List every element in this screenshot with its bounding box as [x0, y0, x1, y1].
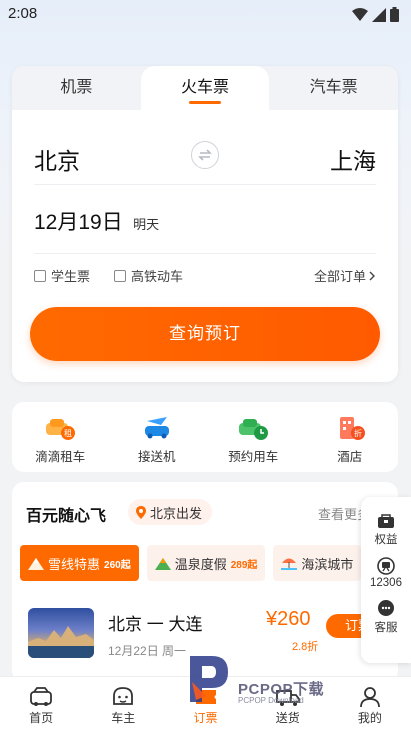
side-panel: 权益 12306 客服: [361, 497, 411, 663]
chip-hot-spring[interactable]: 温泉度假 289起: [146, 545, 266, 581]
promo-chips: 雪线特惠 260起 温泉度假 289起 海滨城市: [20, 545, 362, 581]
options-row: 学生票 高铁动车 全部订单: [34, 266, 376, 286]
date-sub: 明天: [133, 217, 160, 232]
service-airport-transfer[interactable]: 接送机: [109, 402, 206, 472]
swap-button[interactable]: [191, 141, 219, 169]
location-pin-icon: [136, 505, 146, 519]
nav-me[interactable]: 我的: [329, 677, 411, 730]
car-rental-icon: 租: [44, 414, 76, 442]
profile-icon: [357, 685, 383, 709]
bottom-nav: 首页 车主 订票 送货 我的: [0, 676, 411, 730]
service-car-rental[interactable]: 租 滴滴租车: [12, 402, 109, 472]
driver-icon: [110, 685, 136, 709]
nav-label: 订票: [193, 711, 218, 725]
airport-transfer-icon: [141, 414, 173, 442]
nav-delivery[interactable]: 送货: [247, 677, 329, 730]
trip-date: 12月22日 周一: [108, 644, 187, 658]
promo-title: 百元随心飞: [26, 508, 107, 525]
query-button[interactable]: 查询预订: [30, 307, 380, 361]
svg-text:租: 租: [64, 429, 72, 438]
trip-price: ¥260: [266, 608, 311, 630]
nav-driver[interactable]: 车主: [82, 677, 164, 730]
side-label: 权益: [374, 534, 398, 546]
service-label: 滴滴租车: [35, 450, 86, 464]
status-bar: 2:08: [0, 0, 411, 30]
chip-seaside[interactable]: 海滨城市: [273, 545, 362, 581]
trip-thumbnail: [28, 608, 94, 658]
to-city[interactable]: 上海: [330, 142, 376, 176]
trip-route: 北京 一 大连: [108, 615, 203, 634]
highspeed-checkbox[interactable]: 高铁动车: [114, 266, 183, 285]
divider: [34, 184, 376, 185]
promo-card: 百元随心飞 北京出发 查看更多 雪线特惠 260起 温泉度假 289起 海滨城市…: [12, 482, 398, 682]
mountain-icon: [28, 558, 44, 570]
status-time: 2:08: [8, 5, 38, 22]
tab-flight[interactable]: 机票: [12, 66, 141, 110]
service-label: 预约用车: [228, 450, 279, 464]
hotel-icon: 折: [334, 414, 366, 442]
from-city[interactable]: 北京: [34, 142, 80, 176]
beach-umbrella-icon: [281, 558, 298, 570]
divider: [34, 253, 376, 254]
depart-city-badge[interactable]: 北京出发: [128, 499, 213, 525]
railway-icon: [377, 557, 395, 575]
chip-tag: 260起: [104, 559, 131, 571]
chip-label: 海滨城市: [301, 556, 354, 572]
checkbox-box: [114, 269, 126, 282]
chip-snowline[interactable]: 雪线特惠 260起: [20, 545, 139, 581]
battery-icon: [390, 7, 399, 22]
nav-label: 首页: [29, 711, 54, 725]
nav-label: 送货: [275, 711, 300, 725]
customer-service-icon: [378, 600, 394, 616]
home-car-icon: [28, 685, 54, 709]
depart-city-label: 北京出发: [150, 505, 203, 521]
status-icons: [352, 7, 399, 22]
service-hotel[interactable]: 折 酒店: [302, 402, 399, 472]
student-ticket-label: 学生票: [51, 269, 91, 284]
service-scheduled-car[interactable]: 预约用车: [205, 402, 302, 472]
side-benefits[interactable]: 权益: [375, 513, 398, 547]
student-ticket-checkbox[interactable]: 学生票: [34, 266, 90, 285]
chip-label: 雪线特惠: [48, 556, 101, 572]
ticket-type-tabs: 机票 火车票 汽车票: [12, 66, 398, 110]
side-customer-service[interactable]: 客服: [375, 599, 398, 635]
scheduled-car-icon: [237, 414, 269, 442]
svg-text:折: 折: [354, 428, 362, 438]
side-12306[interactable]: 12306: [370, 557, 402, 589]
booking-card: 机票 火车票 汽车票 北京 上海 12月19日 明天 学生票 高铁动车 全部订单: [12, 66, 398, 382]
signal-icon: [372, 7, 386, 22]
tab-train[interactable]: 火车票: [140, 66, 270, 110]
date-selector[interactable]: 12月19日 明天: [34, 206, 159, 236]
service-label: 接送机: [137, 450, 176, 464]
wifi-icon: [352, 7, 368, 21]
side-label: 客服: [374, 622, 398, 634]
ticket-icon: [193, 685, 219, 709]
chevron-right-icon: [369, 271, 375, 280]
tab-bus[interactable]: 汽车票: [269, 66, 398, 110]
checkbox-box: [34, 269, 46, 282]
highspeed-label: 高铁动车: [131, 269, 184, 284]
benefits-icon: [378, 514, 394, 528]
chip-tag: 289起: [230, 559, 258, 571]
mountain-icon: [154, 558, 171, 570]
delivery-truck-icon: [275, 685, 301, 709]
chip-label: 温泉度假: [174, 556, 227, 572]
nav-label: 我的: [357, 711, 382, 725]
date-main: 12月19日: [34, 211, 123, 234]
services-row: 租 滴滴租车 接送机 预约用车 折 酒店: [12, 402, 398, 472]
route-row: 北京 上海: [12, 136, 398, 186]
all-orders-link[interactable]: 全部订单: [314, 266, 376, 285]
nav-tickets[interactable]: 订票: [164, 677, 246, 730]
all-orders-label: 全部订单: [313, 269, 366, 284]
side-label: 12306: [370, 577, 402, 589]
trip-discount: 2.8折: [292, 641, 319, 653]
nav-home[interactable]: 首页: [0, 677, 82, 730]
swap-icon: [198, 149, 212, 161]
nav-label: 车主: [111, 711, 136, 725]
service-label: 酒店: [337, 450, 363, 464]
trip-item[interactable]: 北京 一 大连 12月22日 周一 ¥260 2.8折 订票: [28, 606, 398, 666]
